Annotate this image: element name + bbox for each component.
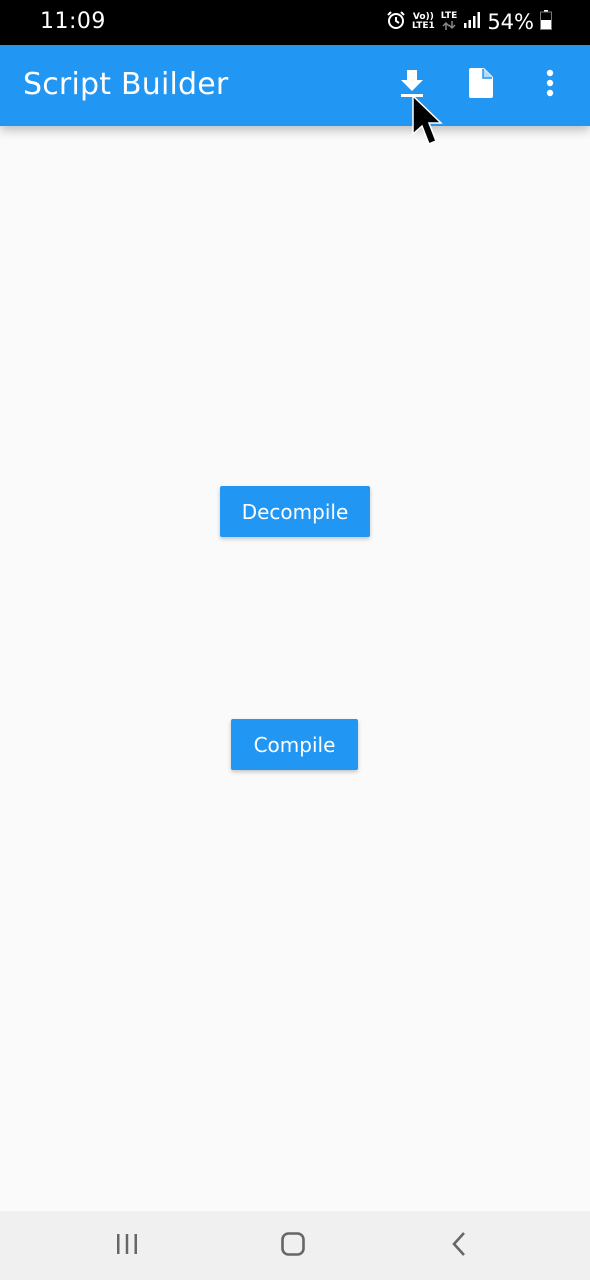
volte-bottom-label: LTE1 [411, 21, 435, 31]
screen: 11:09 Vo)) LTE1 LTE 54% Script Builder D… [0, 0, 590, 1280]
alarm-icon [386, 10, 406, 35]
file-icon [468, 67, 494, 104]
app-title: Script Builder [23, 67, 229, 102]
home-button[interactable] [275, 1228, 311, 1264]
data-arrows-icon [442, 20, 456, 33]
back-icon [450, 1231, 468, 1262]
download-button[interactable] [392, 65, 432, 105]
battery-icon [540, 9, 552, 35]
status-bar: 11:09 Vo)) LTE1 LTE 54% [0, 0, 590, 45]
more-vert-icon [546, 69, 554, 102]
home-icon [280, 1231, 306, 1262]
download-icon [399, 68, 425, 103]
back-button[interactable] [441, 1228, 477, 1264]
compile-button[interactable]: Compile [231, 719, 358, 770]
lte-label: LTE [440, 10, 458, 21]
app-bar: Script Builder [0, 45, 590, 126]
battery-percent: 54% [487, 10, 534, 34]
nav-bar [0, 1211, 590, 1280]
file-button[interactable] [461, 65, 501, 105]
status-icons: Vo)) LTE1 LTE 54% [386, 8, 552, 36]
recents-button[interactable] [109, 1228, 145, 1264]
signal-icon [463, 11, 481, 34]
status-time: 11:09 [40, 9, 106, 34]
recents-icon [115, 1233, 139, 1260]
volte-indicator: Vo)) LTE1 [412, 13, 435, 31]
more-options-button[interactable] [530, 65, 570, 105]
lte-indicator: LTE [440, 10, 458, 33]
decompile-button[interactable]: Decompile [220, 486, 370, 537]
